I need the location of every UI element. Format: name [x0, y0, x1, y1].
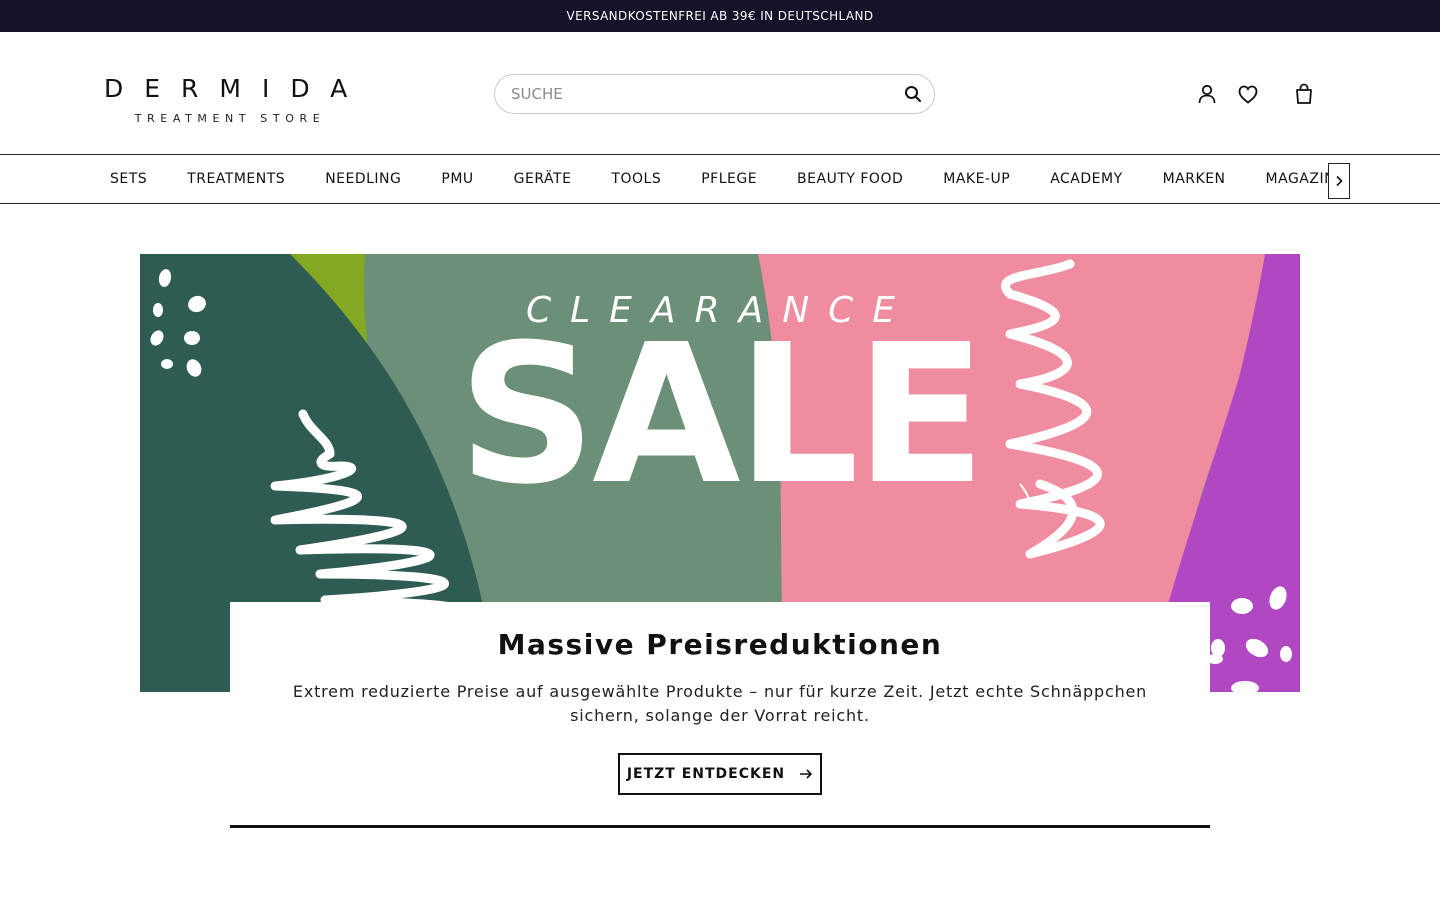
logo-wordmark: DERMIDA	[104, 74, 369, 103]
nav-item-beauty-food[interactable]: BEAUTY FOOD	[797, 171, 903, 187]
announcement-text: VERSANDKOSTENFREI AB 39€ IN DEUTSCHLAND	[566, 9, 874, 23]
hero-title: SALE	[457, 304, 986, 527]
wishlist-button[interactable]	[1237, 82, 1259, 106]
nav-item-make-up[interactable]: MAKE-UP	[943, 171, 1010, 187]
nav-item-tools[interactable]: TOOLS	[611, 171, 661, 187]
account-button[interactable]	[1196, 82, 1218, 106]
user-icon	[1198, 84, 1216, 104]
nav-item-academy[interactable]: ACADEMY	[1050, 171, 1122, 187]
nav-item-pmu[interactable]: PMU	[441, 171, 473, 187]
nav-item-needling[interactable]: NEEDLING	[325, 171, 401, 187]
nav-list: SETS TREATMENTS NEEDLING PMU GERÄTE TOOL…	[110, 155, 1330, 203]
nav-item-pflege[interactable]: PFLEGE	[701, 171, 757, 187]
announcement-bar: VERSANDKOSTENFREI AB 39€ IN DEUTSCHLAND	[0, 0, 1440, 32]
promo-description: Extrem reduzierte Preise auf ausgewählte…	[292, 682, 1148, 725]
nav-item-magazin[interactable]: MAGAZIN	[1266, 171, 1330, 187]
logo[interactable]: DERMIDA TREATMENT STORE	[100, 76, 360, 126]
search-icon	[905, 86, 921, 102]
main-navigation: SETS TREATMENTS NEEDLING PMU GERÄTE TOOL…	[0, 154, 1440, 204]
search-bar	[494, 74, 935, 114]
discover-button[interactable]: JETZT ENTDECKEN	[618, 753, 822, 795]
discover-button-label: JETZT ENTDECKEN	[626, 766, 786, 782]
promo-card: Massive Preisreduktionen Extrem reduzier…	[230, 602, 1210, 828]
site-header: DERMIDA TREATMENT STORE	[0, 32, 1440, 154]
nav-item-sets[interactable]: SETS	[110, 171, 147, 187]
nav-item-treatments[interactable]: TREATMENTS	[187, 171, 285, 187]
cart-button[interactable]	[1293, 82, 1315, 106]
arrow-right-icon	[800, 769, 813, 779]
heart-icon	[1238, 85, 1258, 104]
search-input[interactable]	[511, 83, 891, 105]
logo-tagline: TREATMENT STORE	[134, 112, 326, 125]
nav-scroll-button[interactable]	[1328, 163, 1350, 199]
promo-title: Massive Preisreduktionen	[497, 628, 943, 661]
nav-item-marken[interactable]: MARKEN	[1163, 171, 1226, 187]
nav-item-geraete[interactable]: GERÄTE	[514, 171, 572, 187]
chevron-right-icon	[1336, 175, 1343, 187]
cart-icon	[1296, 83, 1312, 104]
search-button[interactable]	[902, 83, 924, 105]
